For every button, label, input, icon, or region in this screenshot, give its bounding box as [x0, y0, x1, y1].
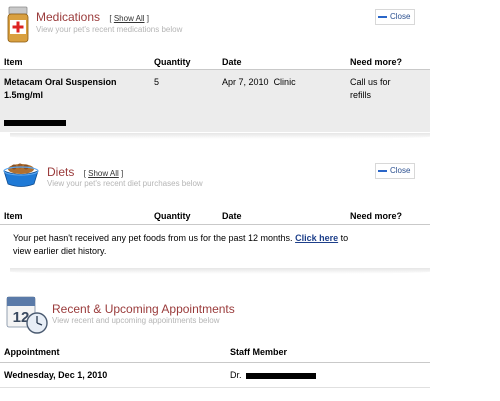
diets-title-row: Diets [ Show All ]	[47, 165, 123, 179]
section-shadow	[10, 133, 430, 139]
col-appointment: Appointment	[4, 347, 60, 357]
medications-title-row: Medications [ Show All ]	[36, 10, 149, 24]
appointments-table-header: Appointment Staff Member	[4, 347, 430, 363]
appointments-title: Recent & Upcoming Appointments	[52, 302, 235, 316]
redacted-text	[4, 120, 66, 126]
diets-empty-message: Your pet hasn't received any pet foods f…	[13, 233, 349, 256]
col-date: Date	[222, 57, 242, 67]
medicine-bottle-icon	[6, 6, 30, 44]
appointments-row-divider	[0, 387, 430, 388]
minus-icon	[378, 15, 387, 18]
diets-show-all-link[interactable]: Show All	[88, 169, 119, 178]
col-quantity: Quantity	[154, 211, 191, 221]
medications-show-all-link[interactable]: Show All	[114, 14, 145, 23]
appointments-header-divider	[0, 362, 430, 363]
medication-name: Metacam Oral Suspension 1.5mg/ml	[4, 77, 117, 100]
calendar-clock-icon: 12	[6, 295, 48, 335]
diets-title: Diets	[47, 165, 75, 179]
diets-show-all: [ Show All ]	[83, 169, 124, 178]
diets-subtitle: View your pet's recent diet purchases be…	[47, 179, 203, 188]
col-date: Date	[222, 211, 242, 221]
section-shadow	[10, 268, 430, 274]
minus-icon	[378, 169, 387, 172]
diets-section: Diets [ Show All ] View your pet's recen…	[0, 150, 430, 275]
medication-quantity: 5	[154, 77, 160, 87]
col-item: Item	[4, 211, 23, 221]
diet-history-link[interactable]: Click here	[295, 233, 338, 243]
medications-close-button[interactable]: Close	[375, 9, 415, 25]
food-bowl-icon	[2, 158, 40, 188]
col-need-more: Need more?	[350, 211, 403, 221]
medications-close-label: Close	[390, 12, 411, 21]
medications-title: Medications	[36, 10, 101, 24]
appointment-staff: Dr.	[230, 370, 242, 380]
diets-close-label: Close	[390, 166, 411, 175]
col-need-more: Need more?	[350, 57, 403, 67]
appointments-section: 12 Recent & Upcoming Appointments View r…	[0, 290, 430, 401]
redacted-text	[246, 373, 316, 379]
medication-need-more: Call us for refills	[350, 77, 391, 100]
medications-table-row: Metacam Oral Suspension 1.5mg/ml 5 Apr 7…	[0, 70, 430, 132]
diets-header-divider	[0, 224, 430, 225]
appointments-subtitle: View recent and upcoming appointments be…	[52, 316, 220, 325]
col-quantity: Quantity	[154, 57, 191, 67]
diets-close-button[interactable]: Close	[375, 163, 415, 179]
col-item: Item	[4, 57, 23, 67]
medications-show-all: [ Show All ]	[109, 14, 149, 23]
medications-subtitle: View your pet's recent medications below	[36, 25, 183, 34]
medications-section: Medications [ Show All ] View your pet's…	[0, 0, 430, 140]
col-staff-member: Staff Member	[230, 347, 288, 357]
medication-date: Apr 7, 2010 Clinic	[222, 77, 296, 87]
appointment-date: Wednesday, Dec 1, 2010	[4, 370, 108, 380]
